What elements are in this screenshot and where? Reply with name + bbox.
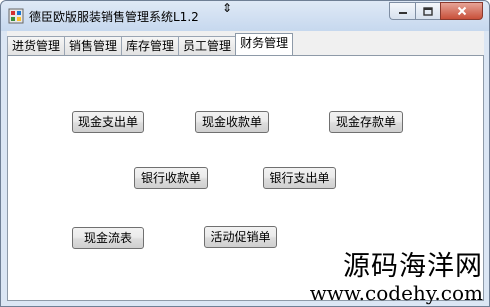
cash-payment-button[interactable]: 现金支出单	[72, 111, 144, 133]
cash-receipt-button[interactable]: 现金收款单	[195, 111, 269, 133]
app-window: 德臣欧版服装销售管理系统L1.2 ⇕ 进货管理 销售管理 库存管理 员工管理 财…	[0, 0, 490, 307]
tab-finance[interactable]: 财务管理	[235, 33, 294, 55]
promotion-button[interactable]: 活动促销单	[204, 226, 277, 248]
resize-cursor-icon: ⇕	[221, 1, 233, 15]
window-controls	[389, 2, 483, 20]
app-icon	[8, 8, 24, 24]
close-button[interactable]	[440, 2, 483, 20]
bank-receipt-button[interactable]: 银行收款单	[134, 167, 208, 189]
tab-staff[interactable]: 员工管理	[178, 36, 237, 55]
tab-inventory[interactable]: 库存管理	[121, 36, 180, 55]
tab-purchase[interactable]: 进货管理	[7, 36, 66, 55]
tab-sales[interactable]: 销售管理	[64, 36, 123, 55]
window-title: 德臣欧版服装销售管理系统L1.2	[29, 10, 199, 24]
close-icon	[457, 6, 466, 16]
cash-flow-button[interactable]: 现金流表	[72, 227, 144, 249]
maximize-button[interactable]	[415, 2, 440, 20]
minimize-button[interactable]	[389, 2, 415, 20]
minimize-icon	[398, 12, 407, 14]
tab-strip: 进货管理 销售管理 库存管理 员工管理 财务管理	[7, 33, 294, 55]
maximize-icon	[423, 6, 433, 16]
title-bar[interactable]: 德臣欧版服装销售管理系统L1.2 ⇕	[1, 1, 489, 31]
watermark-url: www.codehy.com	[309, 281, 483, 305]
watermark-site-name: 源码海洋网	[343, 251, 483, 282]
cash-deposit-button[interactable]: 现金存款单	[329, 111, 403, 133]
watermark: 源码海洋网 www.codehy.com	[309, 251, 483, 305]
bank-payment-button[interactable]: 银行支出单	[263, 167, 336, 189]
